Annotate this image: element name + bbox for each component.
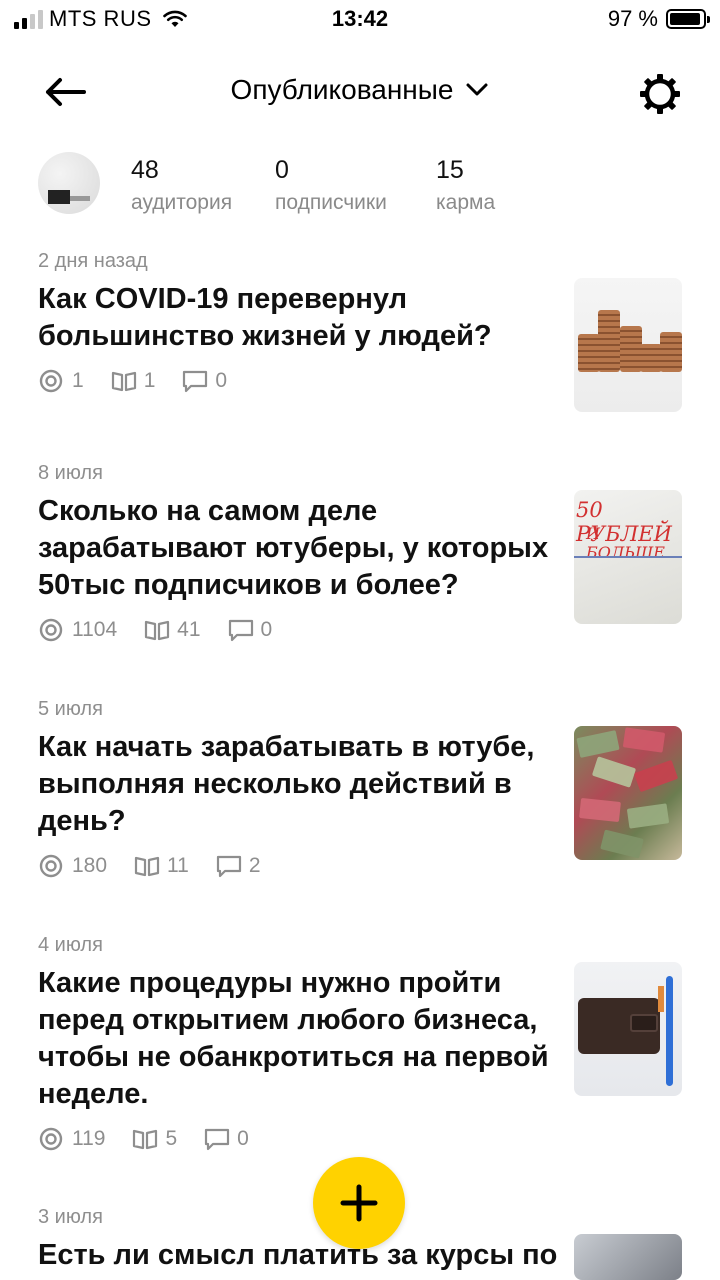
reads-count: 1 bbox=[110, 369, 156, 393]
status-bar: MTS RUS 13:42 97 % bbox=[0, 0, 720, 40]
status-right: 97 % bbox=[607, 6, 710, 32]
article-card[interactable]: 2 дня назад Как COVID-19 перевернул боль… bbox=[38, 250, 688, 412]
views-count: 1104 bbox=[38, 618, 117, 642]
views-value: 180 bbox=[72, 854, 108, 877]
eye-icon bbox=[39, 618, 63, 642]
article-thumbnail[interactable] bbox=[574, 1234, 682, 1280]
stat-subscribers[interactable]: 0 подписчики bbox=[275, 156, 387, 215]
reads-value: 1 bbox=[143, 369, 156, 392]
book-icon bbox=[133, 1129, 158, 1150]
comment-icon bbox=[216, 855, 241, 878]
plus-icon bbox=[340, 1184, 378, 1222]
page-title: Опубликованные bbox=[230, 74, 454, 105]
comment-icon bbox=[205, 1128, 230, 1151]
article-title[interactable]: Сколько на самом деле зарабатывают ютубе… bbox=[38, 493, 558, 604]
article-date: 2 дня назад bbox=[38, 250, 148, 272]
reads-value: 11 bbox=[167, 854, 189, 877]
book-icon bbox=[145, 620, 170, 641]
article-date: 8 июля bbox=[38, 462, 103, 484]
views-value: 119 bbox=[72, 1127, 106, 1150]
stat-label: аудитория bbox=[131, 191, 233, 214]
article-thumbnail[interactable] bbox=[574, 962, 682, 1096]
views-count: 119 bbox=[38, 1127, 105, 1151]
eye-icon bbox=[39, 854, 63, 878]
settings-button[interactable] bbox=[638, 72, 682, 116]
header: Опубликованные bbox=[0, 60, 720, 126]
comment-icon bbox=[183, 370, 208, 393]
article-title[interactable]: Как COVID-19 перевернул большинство жизн… bbox=[38, 281, 558, 355]
article-thumbnail[interactable] bbox=[574, 278, 682, 412]
comments-value: 0 bbox=[237, 1127, 249, 1150]
views-count: 1 bbox=[38, 369, 84, 393]
stat-karma[interactable]: 15 карма bbox=[436, 156, 495, 215]
eye-icon bbox=[39, 369, 63, 393]
stat-label: подписчики bbox=[275, 191, 387, 214]
add-post-button[interactable] bbox=[313, 1157, 405, 1249]
article-thumbnail[interactable] bbox=[574, 726, 682, 860]
battery-percent: 97 % bbox=[607, 6, 658, 31]
profile-stats: 48 аудитория 0 подписчики 15 карма bbox=[38, 152, 698, 222]
comments-value: 0 bbox=[260, 618, 273, 641]
comment-icon bbox=[228, 619, 253, 642]
book-icon bbox=[111, 371, 136, 392]
reads-count: 41 bbox=[143, 618, 201, 642]
book-icon bbox=[134, 856, 160, 877]
stat-value: 0 bbox=[275, 156, 289, 184]
comments-value: 2 bbox=[248, 854, 261, 877]
section-dropdown[interactable]: Опубликованные bbox=[231, 74, 490, 106]
stat-audience[interactable]: 48 аудитория bbox=[131, 156, 232, 215]
title-wrap: Опубликованные bbox=[0, 74, 720, 106]
article-title[interactable]: Есть ли смысл платить за курсы по bbox=[38, 1237, 558, 1274]
chevron-down-icon bbox=[466, 83, 488, 96]
reads-count: 11 bbox=[133, 854, 189, 878]
article-stats: 119 5 0 bbox=[38, 1127, 688, 1151]
reads-value: 5 bbox=[165, 1127, 178, 1150]
reads-count: 5 bbox=[131, 1127, 177, 1151]
comments-count[interactable]: 0 bbox=[227, 618, 273, 642]
comments-count[interactable]: 0 bbox=[203, 1127, 249, 1151]
stat-value: 15 bbox=[436, 156, 464, 184]
article-card[interactable]: 8 июля Сколько на самом деле зарабатываю… bbox=[38, 462, 688, 642]
gear-icon bbox=[640, 74, 680, 114]
article-date: 5 июля bbox=[38, 698, 103, 720]
article-card[interactable]: 4 июля Какие процедуры нужно пройти пере… bbox=[38, 934, 688, 1151]
eye-icon bbox=[39, 1127, 63, 1151]
stat-label: карма bbox=[436, 191, 496, 214]
views-count: 180 bbox=[38, 854, 107, 878]
avatar[interactable] bbox=[38, 152, 100, 214]
article-card[interactable]: 5 июля Как начать зарабатывать в ютубе, … bbox=[38, 698, 688, 878]
article-title[interactable]: Как начать зарабатывать в ютубе, выполня… bbox=[38, 729, 558, 840]
views-value: 1 bbox=[72, 369, 84, 392]
article-date: 4 июля bbox=[38, 934, 103, 956]
views-value: 1104 bbox=[72, 618, 118, 641]
article-title[interactable]: Какие процедуры нужно пройти перед откры… bbox=[38, 965, 558, 1113]
battery-icon bbox=[666, 9, 710, 29]
comments-count[interactable]: 2 bbox=[215, 854, 261, 878]
comments-count[interactable]: 0 bbox=[181, 369, 227, 393]
stat-value: 48 bbox=[131, 156, 159, 184]
comments-value: 0 bbox=[215, 369, 228, 392]
reads-value: 41 bbox=[177, 618, 201, 641]
article-thumbnail[interactable]: 50 РУБЛЕЙ И БОЛЬШЕ bbox=[574, 490, 682, 624]
